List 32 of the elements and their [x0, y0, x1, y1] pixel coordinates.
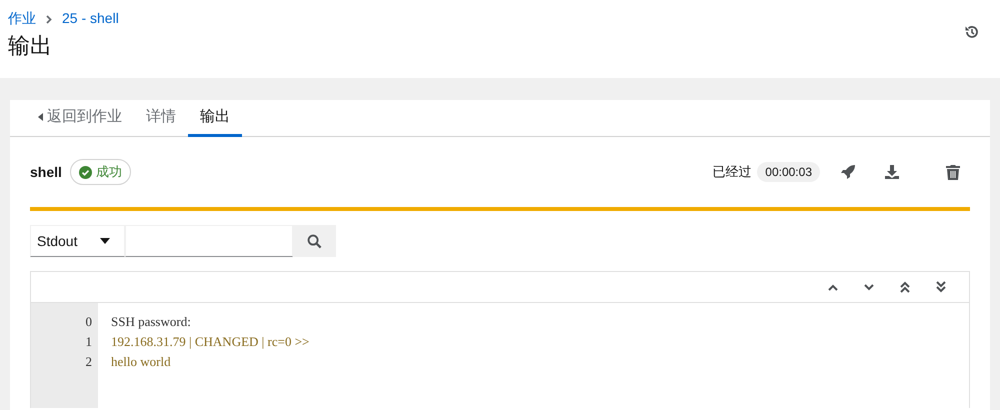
breadcrumb-link[interactable]: 作业	[8, 8, 36, 29]
double-chevron-up-icon	[900, 281, 910, 293]
elapsed-label: 已经过	[712, 163, 752, 182]
tab[interactable]: 输出	[188, 100, 242, 137]
search-field[interactable]	[125, 225, 293, 257]
search-button[interactable]	[293, 225, 336, 257]
filter-dropdown[interactable]: Stdout	[30, 225, 125, 257]
caret-icon	[38, 112, 43, 121]
log-line: hello world	[111, 353, 172, 371]
log-line: SSH password:	[111, 313, 192, 331]
download-icon	[884, 164, 900, 180]
trash-icon	[946, 164, 960, 180]
page-title: 输出	[8, 33, 53, 60]
chevron-down-icon	[864, 284, 874, 290]
rocket-icon	[840, 164, 856, 180]
back-tab[interactable]: 返回到作业	[26, 100, 134, 137]
caret-icon	[100, 238, 110, 244]
check-circle-icon	[78, 166, 92, 178]
chevron-icon	[46, 14, 52, 24]
elapsed-time: 00:00:03	[757, 162, 820, 182]
line-number: 2	[84, 353, 93, 371]
line-number: 0	[84, 313, 93, 331]
job-name: shell	[30, 162, 62, 182]
history-icon[interactable]	[964, 24, 980, 40]
chevron-up-icon	[828, 284, 838, 290]
log-line: 192.168.31.79 | CHANGED | rc=0 >>	[111, 333, 310, 351]
line-number: 1	[84, 333, 93, 351]
breadcrumb-link[interactable]: 25 - shell	[62, 8, 119, 29]
tab[interactable]: 详情	[134, 100, 188, 137]
search-icon	[307, 234, 322, 248]
double-chevron-down-icon	[936, 281, 946, 293]
status-label: 成功	[70, 159, 131, 185]
